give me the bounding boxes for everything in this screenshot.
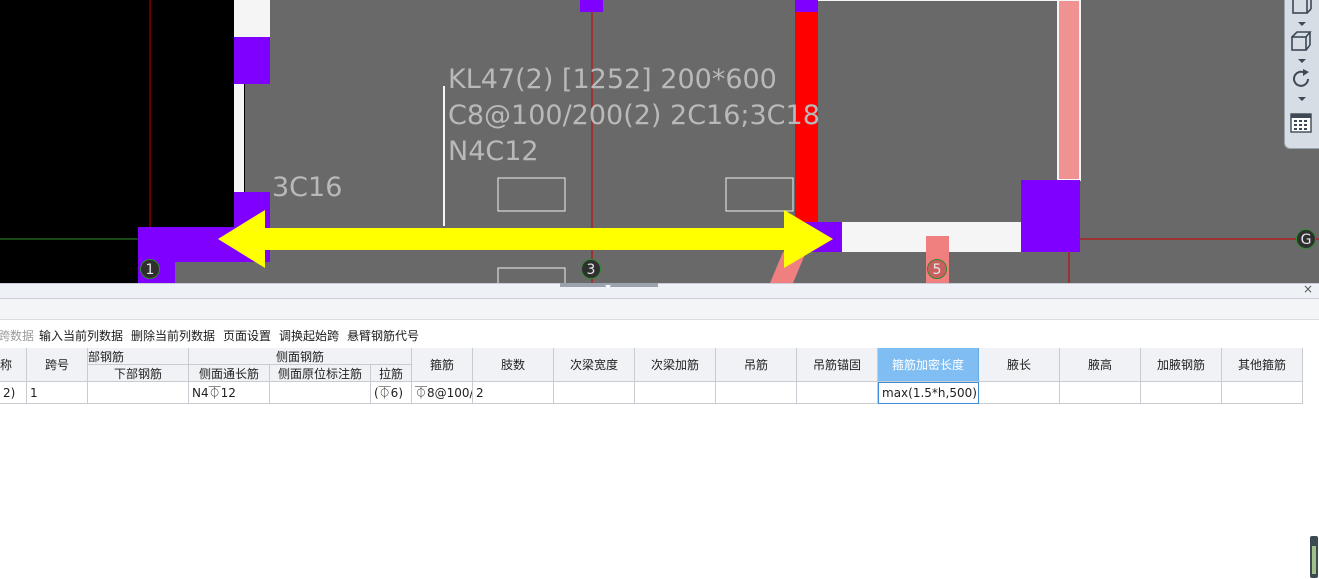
beam-label-line1: KL47(2) [1252] 200*600: [448, 64, 777, 95]
white-beam-top-left: [234, 0, 270, 37]
menu-item-span-data[interactable]: 跨数据: [0, 327, 34, 344]
col-header-side-in-situ[interactable]: 侧面原位标注筋: [270, 365, 371, 382]
cell-span-no[interactable]: 1: [27, 382, 88, 404]
col-header-sec-beam-width[interactable]: 次梁宽度: [554, 348, 635, 382]
small-rect-a: [497, 177, 566, 212]
panel-scrollbar[interactable]: [1310, 536, 1318, 578]
splitter-arrow-icon: [605, 285, 611, 289]
white-beam-left: [234, 84, 244, 192]
cell-stirrup[interactable]: ⏁8@100/: [412, 382, 473, 404]
cell-legs[interactable]: 2: [473, 382, 554, 404]
column-notch: [175, 262, 270, 283]
cell-haunch-height[interactable]: [1060, 382, 1141, 404]
axis-marker-1: 1: [140, 259, 160, 279]
rebar-label: 3C16: [272, 172, 343, 203]
col-header-stirrup[interactable]: 箍筋: [412, 348, 473, 382]
col-header-bottom-rebar[interactable]: 下部钢筋: [88, 365, 189, 382]
chevron-down-icon[interactable]: [1298, 59, 1306, 63]
cell-bottom-rebar[interactable]: [88, 382, 189, 404]
small-rect-b: [725, 177, 794, 212]
cell-side-through[interactable]: N4⏁12: [189, 382, 270, 404]
column-top-left: [234, 37, 270, 84]
panel-splitter[interactable]: ×: [0, 282, 1319, 299]
column-top-mid: [580, 0, 603, 12]
col-header-other-stirrup[interactable]: 其他箍筋: [1222, 348, 1303, 382]
rotate-icon[interactable]: [1290, 68, 1314, 92]
col-header-name[interactable]: 称: [0, 348, 27, 382]
chevron-down-icon[interactable]: [1298, 22, 1306, 26]
axis-marker-g: G: [1296, 229, 1316, 249]
cell-name[interactable]: 2): [0, 382, 27, 404]
axis-marker-3: 3: [581, 259, 601, 279]
col-header-sec-beam-add[interactable]: 次梁加筋: [635, 348, 716, 382]
cell-side-in-situ[interactable]: [270, 382, 371, 404]
col-header-legs[interactable]: 肢数: [473, 348, 554, 382]
column-top-red: [795, 0, 818, 12]
col-header-haunch-length[interactable]: 腋长: [979, 348, 1060, 382]
beam-label-line3: N4C12: [448, 136, 539, 167]
white-edge-top: [818, 0, 1058, 1]
panel-close-button[interactable]: ×: [1303, 282, 1313, 296]
chevron-down-icon[interactable]: [1298, 97, 1306, 101]
menu-item-cantilever-code[interactable]: 悬臂钢筋代号: [347, 327, 419, 344]
view-toolbar: [1284, 0, 1319, 149]
cell-tie-bar[interactable]: (⏁6): [371, 382, 412, 404]
col-header-span-no[interactable]: 跨号: [27, 348, 88, 382]
cell-sec-beam-width[interactable]: [554, 382, 635, 404]
pink-member-right: [1058, 0, 1080, 180]
col-header-hanger-anchor[interactable]: 吊筋锚固: [797, 348, 878, 382]
grid-view-icon[interactable]: [1290, 111, 1314, 135]
col-header-tie-bar[interactable]: 拉筋: [371, 365, 412, 382]
cad-viewport[interactable]: KL47(2) [1252] 200*600 C8@100/200(2) 2C1…: [0, 0, 1319, 283]
grid-menu-bar: 跨数据 输入当前列数据 删除当前列数据 页面设置 调换起始跨 悬臂钢筋代号: [0, 320, 1319, 348]
cell-stirrup-dense-length[interactable]: max(1.5*h,500): [878, 382, 979, 404]
col-group-bottom-rebar: 部钢筋: [88, 348, 189, 365]
col-group-side-rebar: 侧面钢筋: [189, 348, 412, 365]
cell-hanger[interactable]: [716, 382, 797, 404]
beam-highlight-arrow[interactable]: [218, 210, 833, 268]
panel-header-strip: [0, 299, 1319, 320]
col-header-haunch-rebar[interactable]: 加腋钢筋: [1141, 348, 1222, 382]
col-header-stirrup-dense-length[interactable]: 箍筋加密长度: [878, 348, 979, 382]
col-header-hanger[interactable]: 吊筋: [716, 348, 797, 382]
cell-hanger-anchor[interactable]: [797, 382, 878, 404]
cell-sec-beam-add[interactable]: [635, 382, 716, 404]
column-right: [1021, 180, 1080, 252]
col-header-side-through[interactable]: 侧面通长筋: [189, 365, 270, 382]
cad-drawing[interactable]: [0, 0, 1319, 283]
menu-item-swap-start-span[interactable]: 调换起始跨: [279, 327, 339, 344]
menu-item-input-column[interactable]: 输入当前列数据: [39, 327, 123, 344]
rebar-table: 称 跨号 部钢筋 下部钢筋 侧面钢筋 侧面通长筋 侧面原位标注筋 拉筋 箍筋 肢…: [0, 348, 1303, 404]
menu-item-delete-column[interactable]: 删除当前列数据: [131, 327, 215, 344]
cell-other-stirrup[interactable]: [1222, 382, 1303, 404]
col-header-haunch-height[interactable]: 腋高: [1060, 348, 1141, 382]
menu-item-page-setup[interactable]: 页面设置: [223, 327, 271, 344]
scrollbar-thumb[interactable]: [1312, 546, 1316, 574]
cube-top-icon[interactable]: [1290, 0, 1314, 18]
beam-label-line2: C8@100/200(2) 2C16;3C18: [448, 100, 820, 131]
cube-view-icon[interactable]: [1290, 30, 1314, 54]
axis-marker-5: 5: [927, 259, 947, 279]
cell-haunch-rebar[interactable]: [1141, 382, 1222, 404]
cell-haunch-length[interactable]: [979, 382, 1060, 404]
